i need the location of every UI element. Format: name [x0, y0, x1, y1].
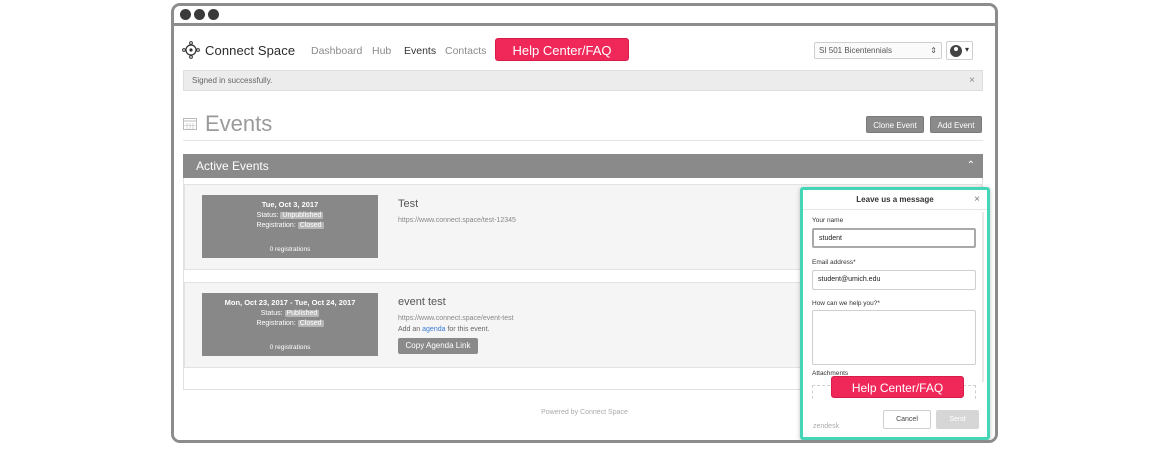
event-url[interactable]: https://www.connect.space/event-test	[398, 315, 514, 322]
brand-name[interactable]: Connect Space	[205, 43, 295, 58]
widget-close-icon[interactable]: ×	[974, 190, 980, 210]
widget-scrollbar[interactable]	[982, 212, 984, 382]
event-date: Tue, Oct 3, 2017	[261, 200, 319, 209]
agenda-prefix: Add an	[398, 326, 423, 333]
event-title[interactable]: Test	[398, 198, 418, 210]
email-label: Email address*	[812, 259, 856, 266]
event-status-row: Status: Unpublished	[202, 212, 378, 219]
status-label: Status:	[256, 212, 279, 219]
help-center-button[interactable]: Help Center/FAQ	[495, 38, 629, 61]
active-events-header[interactable]: Active Events ⌃	[183, 154, 983, 178]
event-summary-box: Tue, Oct 3, 2017 Status: Unpublished Reg…	[202, 195, 378, 258]
select-arrows-icon: ⇕	[930, 46, 937, 55]
signed-in-alert: Signed in successfully. ×	[183, 70, 983, 91]
space-select-value: SI 501 Bicentennials	[819, 46, 892, 55]
nav-link-contacts[interactable]: Contacts	[445, 45, 486, 57]
agenda-link[interactable]: agenda	[422, 326, 445, 333]
nav-link-events[interactable]: Events	[404, 45, 436, 57]
window-maximize-dot[interactable]	[208, 9, 219, 20]
status-badge: Unpublished	[280, 212, 324, 219]
event-registration-row: Registration: Closed	[202, 222, 378, 229]
nav-link-dashboard[interactable]: Dashboard	[311, 45, 362, 57]
top-nav: Connect Space Dashboard Hub Events Conta…	[174, 29, 995, 69]
event-status-row: Status: Published	[202, 310, 378, 317]
registrations-count: 0 registrations	[269, 344, 311, 351]
copy-agenda-link-button[interactable]: Copy Agenda Link	[398, 338, 478, 354]
chevron-up-icon[interactable]: ⌃	[967, 154, 975, 178]
registration-label: Registration:	[256, 320, 296, 327]
window-titlebar	[174, 6, 995, 26]
connect-space-logo-icon[interactable]	[182, 41, 200, 59]
window-minimize-dot[interactable]	[194, 9, 205, 20]
section-title: Active Events	[196, 159, 269, 173]
cancel-button[interactable]: Cancel	[883, 410, 931, 429]
add-event-button[interactable]: Add Event	[930, 116, 982, 133]
page-header: Events Clone Event Add Event	[183, 107, 983, 141]
browser-window: Connect Space Dashboard Hub Events Conta…	[171, 3, 998, 443]
user-menu-button[interactable]: ▾	[946, 41, 973, 60]
registrations-count: 0 registrations	[269, 246, 311, 253]
alert-message: Signed in successfully.	[192, 76, 273, 85]
nav-link-hub[interactable]: Hub	[372, 45, 391, 57]
avatar-icon	[950, 45, 962, 57]
message-label: How can we help you?*	[812, 300, 880, 307]
calendar-icon	[183, 118, 197, 130]
message-textarea[interactable]	[812, 310, 976, 365]
widget-footer: zendesk Cancel Send	[803, 407, 987, 437]
registration-badge: Closed	[297, 320, 324, 327]
agenda-hint: Add an agenda for this event.	[398, 326, 489, 333]
name-field[interactable]: student	[812, 228, 976, 248]
registration-label: Registration:	[256, 222, 296, 229]
agenda-suffix: for this event.	[445, 326, 490, 333]
widget-help-center-button[interactable]: Help Center/FAQ	[831, 376, 964, 398]
email-field[interactable]: student@umich.edu	[812, 270, 976, 290]
event-title[interactable]: event test	[398, 296, 446, 308]
event-registration-row: Registration: Closed	[202, 320, 378, 327]
app-content: Connect Space Dashboard Hub Events Conta…	[174, 29, 995, 440]
send-button[interactable]: Send	[936, 410, 979, 429]
zendesk-contact-widget: Leave us a message × Your name student E…	[800, 187, 990, 440]
caret-down-icon: ▾	[965, 45, 970, 54]
status-badge: Published	[284, 310, 320, 317]
event-summary-box: Mon, Oct 23, 2017 - Tue, Oct 24, 2017 St…	[202, 293, 378, 356]
widget-header: Leave us a message ×	[803, 190, 987, 210]
name-label: Your name	[812, 217, 844, 224]
space-select[interactable]: SI 501 Bicentennials ⇕	[814, 42, 942, 59]
status-label: Status:	[260, 310, 283, 317]
zendesk-logo[interactable]: zendesk	[813, 423, 839, 430]
alert-close-icon[interactable]: ×	[969, 71, 975, 91]
page-title: Events	[205, 111, 273, 136]
event-date: Mon, Oct 23, 2017 - Tue, Oct 24, 2017	[224, 298, 356, 307]
clone-event-button[interactable]: Clone Event	[866, 116, 924, 133]
event-url[interactable]: https://www.connect.space/test-12345	[398, 217, 516, 224]
registration-badge: Closed	[297, 222, 324, 229]
window-close-dot[interactable]	[180, 9, 191, 20]
widget-title: Leave us a message	[856, 195, 934, 204]
